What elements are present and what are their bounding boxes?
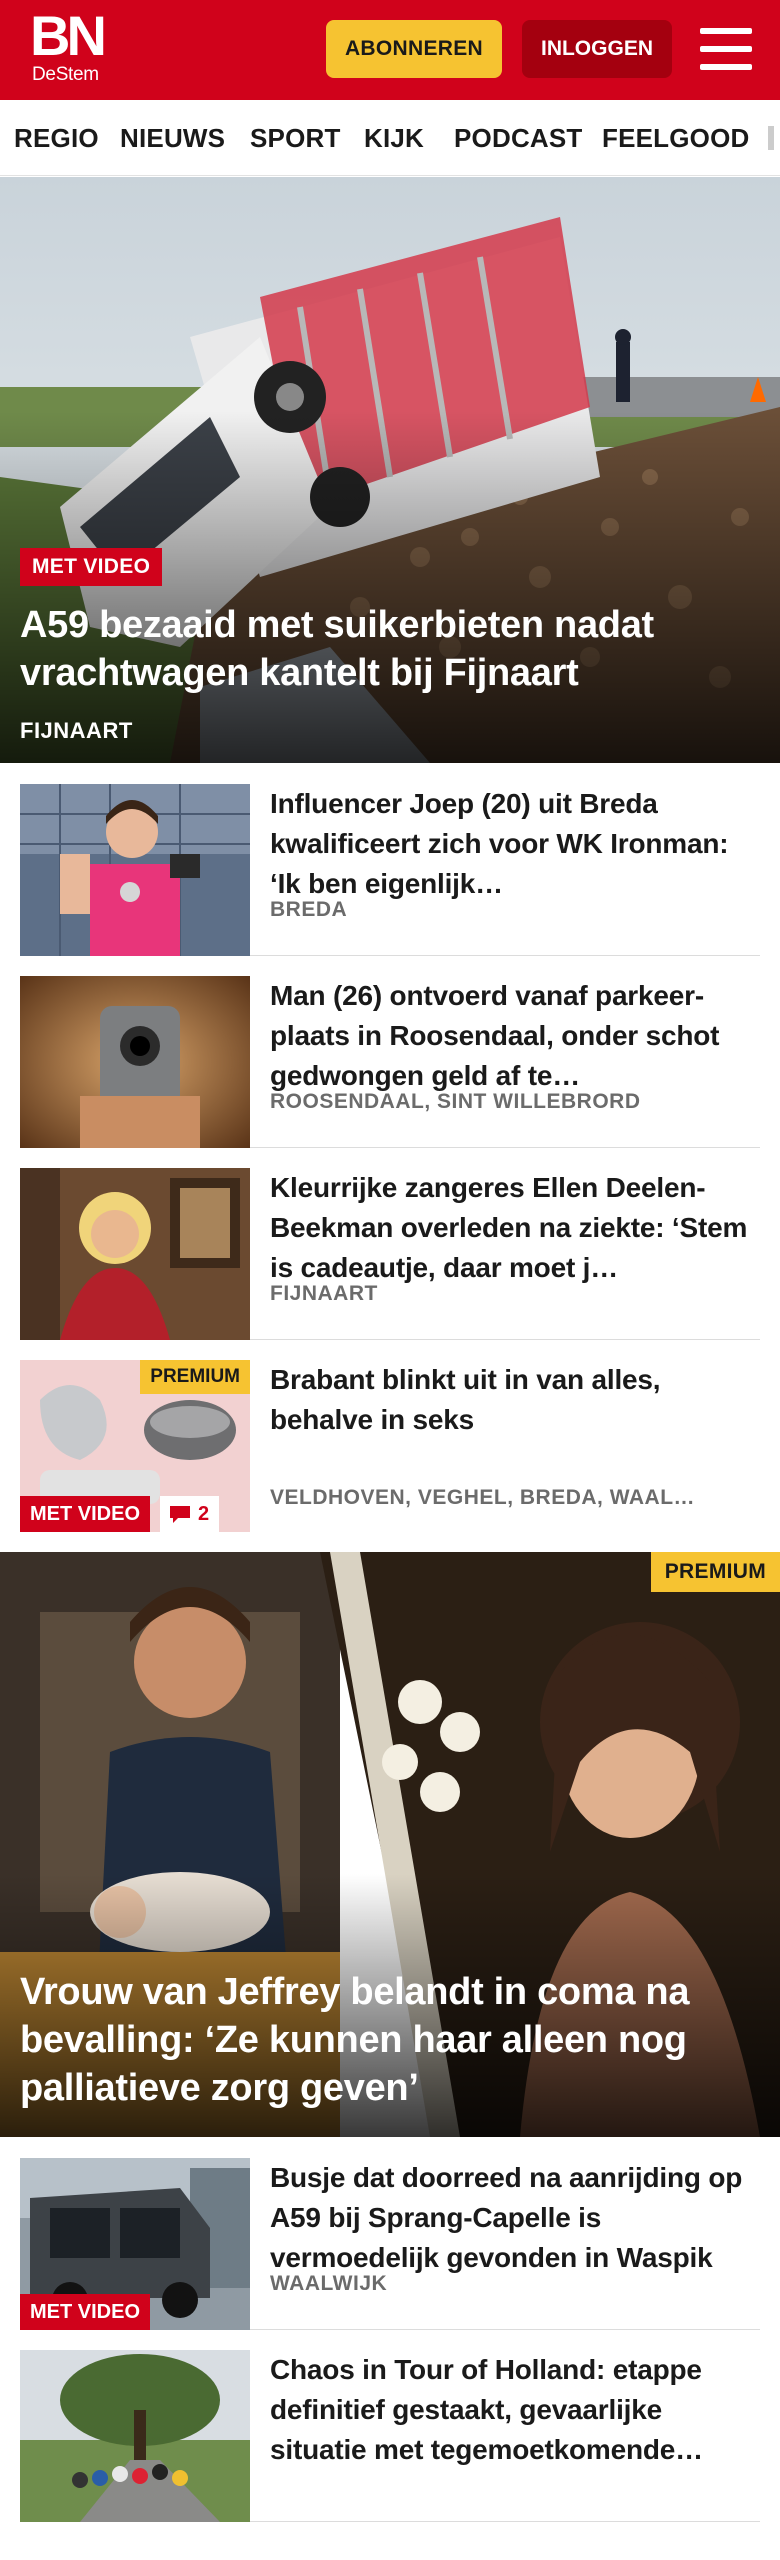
list-item[interactable]: PREMIUM MET VIDEO 2 Brabant blinkt uit i…: [20, 1340, 760, 1532]
article-location: ROOSENDAAL, SINT WILLEBRORD: [270, 1090, 641, 1113]
thumb-athlete: [20, 784, 250, 956]
nav-overflow-hint: [768, 126, 774, 150]
article-title[interactable]: Kleurrijke zangeres Ellen Deelen-Beekman…: [270, 1168, 760, 1288]
list-item[interactable]: Influencer Joep (20) uit Breda kwalifice…: [20, 764, 760, 956]
nav-item-kijk[interactable]: KIJK: [364, 100, 424, 175]
comment-count-value: 2: [198, 1503, 210, 1525]
hero-article-jeffrey[interactable]: PREMIUM Vrouw van Jeffrey belandt in com…: [0, 1552, 780, 2137]
article-title[interactable]: Brabant blinkt uit in van alles, behalve…: [270, 1360, 760, 1440]
list-item[interactable]: Chaos in Tour of Holland: etappe definit…: [20, 2330, 760, 2522]
list-item[interactable]: Kleurrijke zangeres Ellen Deelen-Beekman…: [20, 1148, 760, 1340]
article-title[interactable]: Chaos in Tour of Holland: etappe definit…: [270, 2350, 760, 2470]
site-header: BN DeStem ABONNEREN INLOGGEN: [0, 0, 780, 100]
logo-sub: DeStem: [32, 64, 99, 85]
video-badge: MET VIDEO: [20, 2294, 151, 2330]
video-badge: MET VIDEO: [20, 1496, 151, 1532]
article-title[interactable]: Man (26) ontvoerd vanaf parkeer-plaats i…: [270, 976, 760, 1096]
section-nav: REGIO NIEUWS SPORT KIJK PODCAST FEELGOOD: [0, 100, 780, 176]
hero-title[interactable]: A59 bezaaid met suikerbieten nadat vrach…: [20, 601, 760, 697]
article-title[interactable]: Influencer Joep (20) uit Breda kwalifice…: [270, 784, 760, 904]
premium-badge: PREMIUM: [140, 1360, 250, 1394]
site-logo[interactable]: BN DeStem: [30, 8, 110, 88]
hero-article-truck[interactable]: MET VIDEO A59 bezaaid met suikerbieten n…: [0, 177, 780, 763]
article-title[interactable]: Busje dat doorreed na aanrijding op A59 …: [270, 2158, 760, 2278]
thumb-brabant: PREMIUM MET VIDEO 2: [20, 1360, 250, 1532]
thumb-gun: [20, 976, 250, 1148]
hero-title[interactable]: Vrouw van Jeffrey belandt in coma na bev…: [20, 1968, 760, 2112]
article-location: BREDA: [270, 898, 348, 921]
thumb-van: MET VIDEO: [20, 2158, 250, 2330]
speech-bubble-icon: [170, 1506, 190, 1523]
nav-item-sport[interactable]: SPORT: [250, 100, 341, 175]
thumb-cyclists: [20, 2350, 250, 2522]
hero-overlay: [0, 411, 780, 763]
comment-count[interactable]: 2: [160, 1496, 220, 1532]
nav-item-nieuws[interactable]: NIEUWS: [120, 100, 225, 175]
logo-main: BN: [30, 4, 107, 67]
article-location: VELDHOVEN, VEGHEL, BREDA, WAAL…: [270, 1486, 696, 1509]
list-item[interactable]: Man (26) ontvoerd vanaf parkeer-plaats i…: [20, 956, 760, 1148]
hero-location: FIJNAART: [20, 718, 133, 743]
article-location: WAALWIJK: [270, 2272, 388, 2295]
nav-item-regio[interactable]: REGIO: [14, 100, 99, 175]
login-button[interactable]: INLOGGEN: [522, 20, 672, 78]
nav-item-feelgood[interactable]: FEELGOOD: [602, 100, 750, 175]
article-location: FIJNAART: [270, 1282, 378, 1305]
subscribe-button[interactable]: ABONNEREN: [326, 20, 502, 78]
nav-item-podcast[interactable]: PODCAST: [454, 100, 583, 175]
premium-badge: PREMIUM: [650, 1552, 780, 1592]
hamburger-menu-icon[interactable]: [700, 28, 752, 70]
list-item[interactable]: MET VIDEO Busje dat doorreed na aanrijdi…: [20, 2138, 760, 2330]
thumb-singer: [20, 1168, 250, 1340]
video-badge: MET VIDEO: [20, 548, 163, 586]
